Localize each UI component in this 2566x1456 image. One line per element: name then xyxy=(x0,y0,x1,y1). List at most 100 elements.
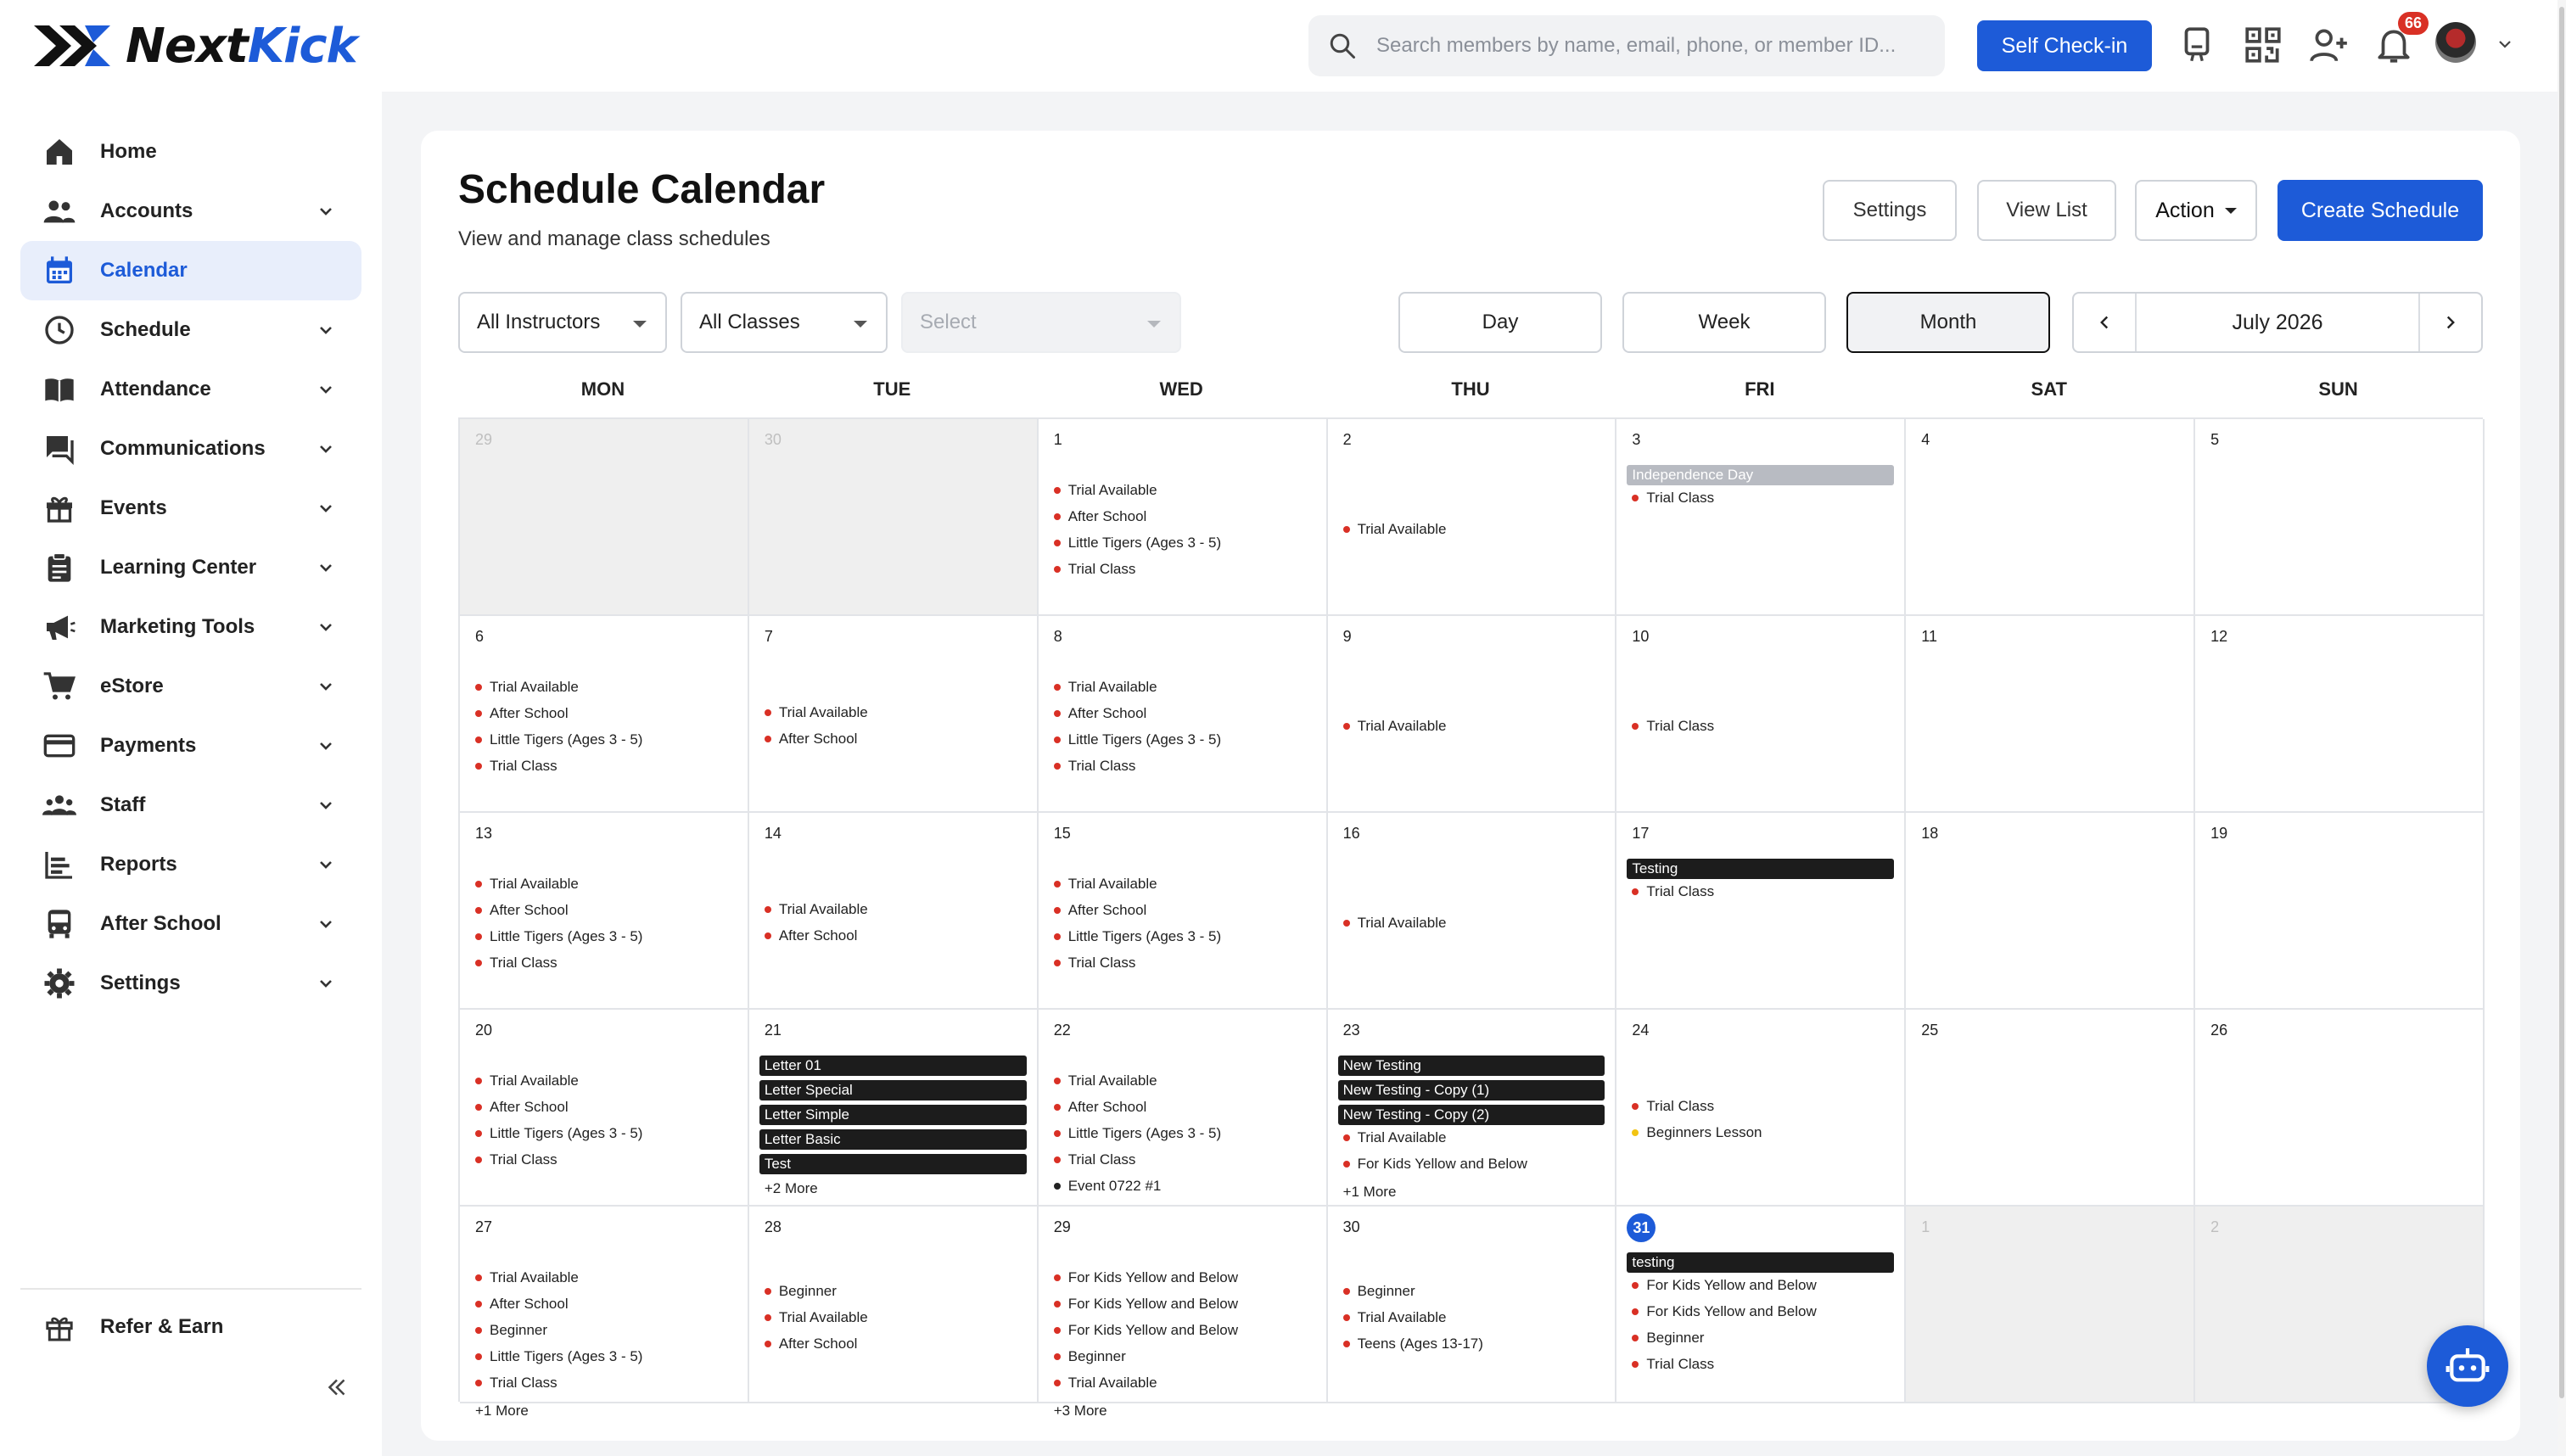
event-bar[interactable]: Letter Basic xyxy=(759,1129,1027,1150)
calendar-day-cell[interactable]: 15 Trial Available After School Little Tige… xyxy=(1038,813,1328,1010)
more-events-link[interactable]: +1 More xyxy=(475,1403,529,1420)
event-bar[interactable]: New Testing - Copy (2) xyxy=(1337,1105,1605,1125)
calendar-event[interactable]: After School xyxy=(1053,508,1146,525)
calendar-event[interactable]: Trial Available xyxy=(1053,1072,1157,1089)
previous-month-button[interactable] xyxy=(2074,294,2135,351)
calendar-event[interactable]: Trial Class xyxy=(1632,718,1714,735)
chevron-down-icon[interactable] xyxy=(316,379,336,400)
calendar-event[interactable]: Trial Available xyxy=(764,901,868,918)
sidebar-item-home[interactable]: Home xyxy=(20,122,361,182)
calendar-day-cell[interactable]: 31 testing For Kids Yellow and Below For Ki… xyxy=(1616,1207,1907,1403)
month-view-button[interactable]: Month xyxy=(1846,292,2050,353)
calendar-event[interactable]: Event 0722 #1 xyxy=(1053,1178,1161,1195)
calendar-event[interactable]: For Kids Yellow and Below xyxy=(1053,1296,1238,1313)
calendar-event[interactable]: Trial Available xyxy=(475,679,579,696)
calendar-day-cell[interactable]: 20 Trial Available After School Little Tige… xyxy=(460,1010,749,1207)
calendar-event[interactable]: After School xyxy=(1053,705,1146,722)
event-bar[interactable]: Letter Special xyxy=(759,1080,1027,1100)
week-view-button[interactable]: Week xyxy=(1622,292,1826,353)
calendar-event[interactable]: Teens (Ages 13-17) xyxy=(1342,1336,1483,1352)
calendar-event[interactable]: Little Tigers (Ages 3 - 5) xyxy=(475,1348,642,1365)
chevron-down-icon[interactable] xyxy=(316,617,336,637)
calendar-event[interactable]: Trial Class xyxy=(1632,1356,1714,1373)
chevron-down-icon[interactable] xyxy=(316,736,336,756)
calendar-event[interactable]: Trial Available xyxy=(1053,679,1157,696)
chevron-down-icon[interactable] xyxy=(316,498,336,518)
calendar-event[interactable]: Little Tigers (Ages 3 - 5) xyxy=(475,731,642,748)
event-bar[interactable]: testing xyxy=(1627,1252,1895,1273)
chevron-down-icon[interactable] xyxy=(316,676,336,697)
self-check-in-button[interactable]: Self Check-in xyxy=(1977,20,2152,71)
chevron-down-icon[interactable] xyxy=(316,439,336,459)
calendar-event[interactable]: Trial Available xyxy=(1053,876,1157,893)
calendar-event[interactable]: Little Tigers (Ages 3 - 5) xyxy=(475,1125,642,1142)
sidebar-item-after-school[interactable]: After School xyxy=(20,894,361,954)
sidebar-item-reports[interactable]: Reports xyxy=(20,835,361,894)
calendar-event[interactable]: Trial Class xyxy=(1053,955,1135,972)
event-bar[interactable]: New Testing xyxy=(1337,1056,1605,1076)
calendar-day-cell[interactable]: 2 Trial Available xyxy=(1327,419,1617,616)
calendar-event[interactable]: For Kids Yellow and Below xyxy=(1632,1277,1817,1294)
event-bar[interactable]: Letter 01 xyxy=(759,1056,1027,1076)
instructor-filter-select[interactable]: All Instructors xyxy=(458,292,667,353)
calendar-day-cell[interactable]: 14 Trial Available After School xyxy=(748,813,1039,1010)
calendar-event[interactable]: Trial Class xyxy=(1053,758,1135,775)
calendar-day-cell[interactable]: 30 Beginner Trial Available Teens (Ages 13-… xyxy=(1327,1207,1617,1403)
calendar-day-cell[interactable]: 9 Trial Available xyxy=(1327,616,1617,813)
more-events-link[interactable]: +3 More xyxy=(1054,1403,1107,1420)
calendar-event[interactable]: Little Tigers (Ages 3 - 5) xyxy=(1053,535,1221,552)
sidebar-item-staff[interactable]: Staff xyxy=(20,776,361,835)
calendar-event[interactable]: Trial Class xyxy=(475,758,557,775)
event-bar[interactable]: New Testing - Copy (1) xyxy=(1337,1080,1605,1100)
chevron-down-icon[interactable] xyxy=(316,320,336,340)
calendar-event[interactable]: Beginner xyxy=(1053,1348,1126,1365)
calendar-day-cell[interactable]: 18 xyxy=(1906,813,2196,1010)
calendar-event[interactable]: Trial Available xyxy=(1342,915,1446,932)
sidebar-item-marketing-tools[interactable]: Marketing Tools xyxy=(20,597,361,657)
calendar-event[interactable]: After School xyxy=(475,705,569,722)
chevron-down-icon[interactable] xyxy=(2495,34,2515,54)
assistant-bot-button[interactable] xyxy=(2427,1325,2508,1407)
chevron-down-icon[interactable] xyxy=(316,914,336,934)
calendar-day-cell[interactable]: 21 Letter 01 Letter Special Letter Simple Le… xyxy=(748,1010,1039,1207)
calendar-event[interactable]: Trial Class xyxy=(1632,490,1714,507)
calendar-event[interactable]: Little Tigers (Ages 3 - 5) xyxy=(1053,928,1221,945)
qr-code-icon[interactable] xyxy=(2242,24,2284,66)
sidebar-item-schedule[interactable]: Schedule xyxy=(20,300,361,360)
sidebar-item-payments[interactable]: Payments xyxy=(20,716,361,776)
calendar-event[interactable]: For Kids Yellow and Below xyxy=(1632,1303,1817,1320)
calendar-event[interactable]: Trial Available xyxy=(1342,1129,1446,1146)
calendar-event[interactable]: Trial Class xyxy=(1632,883,1714,900)
secondary-filter-select[interactable]: Select xyxy=(901,292,1181,353)
calendar-day-cell[interactable]: 29 xyxy=(460,419,749,616)
calendar-event[interactable]: Trial Class xyxy=(1053,1151,1135,1168)
refer-and-earn-link[interactable]: Refer & Earn xyxy=(20,1297,361,1357)
calendar-event[interactable]: Trial Available xyxy=(475,876,579,893)
calendar-event[interactable]: Little Tigers (Ages 3 - 5) xyxy=(1053,1125,1221,1142)
calendar-day-cell[interactable]: 3 Independence Day Trial Class xyxy=(1616,419,1907,616)
calendar-day-cell[interactable]: 4 xyxy=(1906,419,2196,616)
calendar-event[interactable]: Trial Class xyxy=(475,1151,557,1168)
calendar-day-cell[interactable]: 23 New Testing New Testing - Copy (1) New T… xyxy=(1327,1010,1617,1207)
calendar-event[interactable]: After School xyxy=(764,1336,857,1352)
calendar-day-cell[interactable]: 30 xyxy=(748,419,1039,616)
calendar-day-cell[interactable]: 1 Trial Available After School Little Tiger… xyxy=(1038,419,1328,616)
settings-button[interactable]: Settings xyxy=(1823,180,1957,241)
calendar-event[interactable]: Trial Available xyxy=(1342,1309,1446,1326)
calendar-event[interactable]: Little Tigers (Ages 3 - 5) xyxy=(1053,731,1221,748)
calendar-event[interactable]: Beginner xyxy=(764,1283,837,1300)
class-filter-select[interactable]: All Classes xyxy=(681,292,888,353)
calendar-event[interactable]: Trial Available xyxy=(1053,482,1157,499)
calendar-event[interactable]: Trial Class xyxy=(475,955,557,972)
next-month-button[interactable] xyxy=(2420,294,2481,351)
calendar-event[interactable]: For Kids Yellow and Below xyxy=(1053,1322,1238,1339)
sidebar-item-accounts[interactable]: Accounts xyxy=(20,182,361,241)
calendar-day-cell[interactable]: 5 xyxy=(2195,419,2485,616)
chevron-down-icon[interactable] xyxy=(316,795,336,815)
calendar-day-cell[interactable]: 11 xyxy=(1906,616,2196,813)
calendar-event[interactable]: After School xyxy=(1053,902,1146,919)
event-bar[interactable]: Independence Day xyxy=(1627,465,1895,485)
create-schedule-button[interactable]: Create Schedule xyxy=(2277,180,2483,241)
more-events-link[interactable]: +2 More xyxy=(765,1180,818,1197)
chevron-down-icon[interactable] xyxy=(316,557,336,578)
